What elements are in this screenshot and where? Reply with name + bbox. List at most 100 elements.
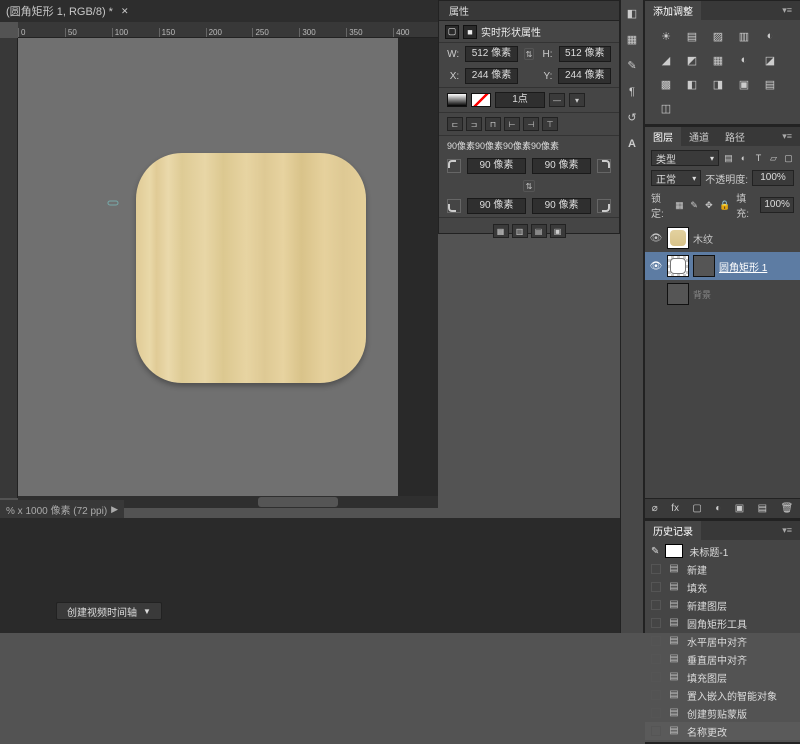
swatches-tool-icon[interactable]: ▦ [624,32,640,48]
adjustment-icon[interactable]: ◢ [657,52,675,68]
width-field[interactable]: 512 像素 [465,46,517,62]
properties-tab[interactable]: 属性 [439,1,619,21]
radius-tr-field[interactable]: 90 像素 [532,158,591,174]
lock-transparency-icon[interactable]: ▦ [675,200,684,211]
history-item[interactable]: ▤置入嵌入的智能对象 [645,686,800,704]
visibility-icon[interactable]: 👁 [649,233,663,244]
radius-tl-field[interactable]: 90 像素 [467,158,526,174]
layers-panel-tab[interactable]: 通道 [681,127,717,146]
document-tab-title[interactable]: (圆角矩形 1, RGB/8) * [6,3,113,19]
stroke-width-field[interactable]: 1点 [495,92,545,108]
character-tool-icon[interactable]: A [624,136,640,152]
layer-name[interactable]: 木纹 [693,231,713,246]
adjustment-icon[interactable]: ◪ [761,52,779,68]
lock-pixels-icon[interactable]: ✎ [690,200,699,211]
adjustment-icon[interactable]: ▤ [683,28,701,44]
path-align-button[interactable]: ▥ [512,224,528,238]
adjustment-icon[interactable]: ◨ [709,76,727,92]
lock-position-icon[interactable]: ✥ [705,200,714,211]
y-field[interactable]: 244 像素 [558,68,611,84]
fill-swatch[interactable] [447,93,467,107]
adjustment-icon[interactable]: ◫ [657,100,675,116]
fill-field[interactable]: 100% [760,197,794,213]
layer-thumbnail[interactable] [693,255,715,277]
group-icon[interactable]: ▣ [735,503,744,514]
layers-panel-tab[interactable]: 路径 [717,127,753,146]
adjustment-icon[interactable]: ▤ [761,76,779,92]
panel-menu-icon[interactable]: ▾≡ [778,131,796,142]
adjustment-icon[interactable]: ▩ [657,76,675,92]
history-item[interactable]: ▤新建 [645,560,800,578]
history-snapshot[interactable]: ✎ 未标题-1 [645,542,800,560]
history-tab[interactable]: 历史记录 [645,521,701,540]
trash-icon[interactable]: 🗑 [781,503,794,514]
canvas[interactable] [18,38,438,500]
link-radii-icon[interactable]: ⇅ [523,180,535,192]
filter-type-dropdown[interactable]: 类型▾ [651,150,719,166]
lock-all-icon[interactable]: 🔒 [719,200,730,211]
history-item[interactable]: ▤名称更改 [645,722,800,740]
layer-name[interactable]: 圆角矩形 1 [719,259,767,274]
history-item[interactable]: ▤垂直居中对齐 [645,650,800,668]
cap-butt-button[interactable]: ⊢ [504,117,520,131]
adjustment-layer-icon[interactable]: ◐ [715,503,721,514]
new-layer-icon[interactable]: ▤ [758,503,767,514]
adjustment-icon[interactable]: ◧ [683,76,701,92]
layer-thumbnail[interactable] [667,227,689,249]
adjustment-icon[interactable]: ◐ [761,28,779,44]
x-field[interactable]: 244 像素 [465,68,518,84]
history-item[interactable]: ▤水平居中对齐 [645,632,800,650]
history-item[interactable]: ▤圆角矩形工具 [645,614,800,632]
opacity-field[interactable]: 100% [752,170,794,186]
history-item[interactable]: ▤新建图层 [645,596,800,614]
filter-smart-icon[interactable]: ▢ [783,153,794,164]
adjustment-icon[interactable]: ▦ [709,52,727,68]
adjustment-icon[interactable]: ◐ [735,52,753,68]
history-item[interactable]: ▤创建剪贴蒙版 [645,704,800,722]
filter-shape-icon[interactable]: ▱ [768,153,779,164]
stroke-swatch[interactable] [471,93,491,107]
visibility-icon[interactable]: 👁 [649,261,663,272]
align-edges-button[interactable]: ⊏ [447,117,463,131]
path-arrange-button[interactable]: ▤ [531,224,547,238]
panel-menu-icon[interactable]: ▾≡ [778,5,796,16]
link-layers-icon[interactable]: ⌀ [652,503,658,514]
rounded-rect-shape[interactable] [136,153,366,383]
filter-adjust-icon[interactable]: ◐ [738,153,749,164]
color-tool-icon[interactable]: ◧ [624,6,640,22]
cap-square-button[interactable]: ⊤ [542,117,558,131]
height-field[interactable]: 512 像素 [559,46,611,62]
status-menu-icon[interactable]: ▶ [111,504,118,515]
layer-item[interactable]: 👁 木纹 [645,224,800,252]
document-tab-bar[interactable]: (圆角矩形 1, RGB/8) * ✕ [0,0,438,22]
adjustment-icon[interactable]: ◩ [683,52,701,68]
radius-br-field[interactable]: 90 像素 [532,198,591,214]
layer-mask-thumbnail[interactable] [667,255,689,277]
fx-icon[interactable]: fx [671,503,679,514]
mask-icon[interactable]: ▢ [692,503,701,514]
brush-tool-icon[interactable]: ✎ [624,58,640,74]
layers-panel-tab[interactable]: 图层 [645,127,681,146]
stroke-style-button[interactable]: — [549,93,565,107]
layer-thumbnail[interactable] [667,283,689,305]
paragraph-tool-icon[interactable]: ¶ [624,84,640,100]
layer-item[interactable]: 👁 圆角矩形 1 [645,252,800,280]
history-tool-icon[interactable]: ↺ [624,110,640,126]
layer-item[interactable]: 背景 [645,280,800,308]
layer-name[interactable]: 背景 [693,288,711,301]
filter-pixel-icon[interactable]: ▤ [723,153,734,164]
cap-round-button[interactable]: ⊣ [523,117,539,131]
adjustments-tab[interactable]: 添加调整 [645,1,701,20]
align-center-button[interactable]: ⊐ [466,117,482,131]
history-item[interactable]: ▤填充图层 [645,668,800,686]
history-item[interactable]: ▤填充 [645,578,800,596]
adjustment-icon[interactable]: ▣ [735,76,753,92]
link-wh-icon[interactable]: ⇅ [524,48,535,60]
adjustment-icon[interactable]: ▨ [709,28,727,44]
align-button[interactable]: ⊓ [485,117,501,131]
radius-bl-field[interactable]: 90 像素 [467,198,526,214]
path-options-button[interactable]: ▣ [550,224,566,238]
create-video-timeline-button[interactable]: 创建视频时间轴▼ [56,602,162,620]
adjustment-icon[interactable]: ☀ [657,28,675,44]
panel-menu-icon[interactable]: ▾≡ [778,525,796,536]
